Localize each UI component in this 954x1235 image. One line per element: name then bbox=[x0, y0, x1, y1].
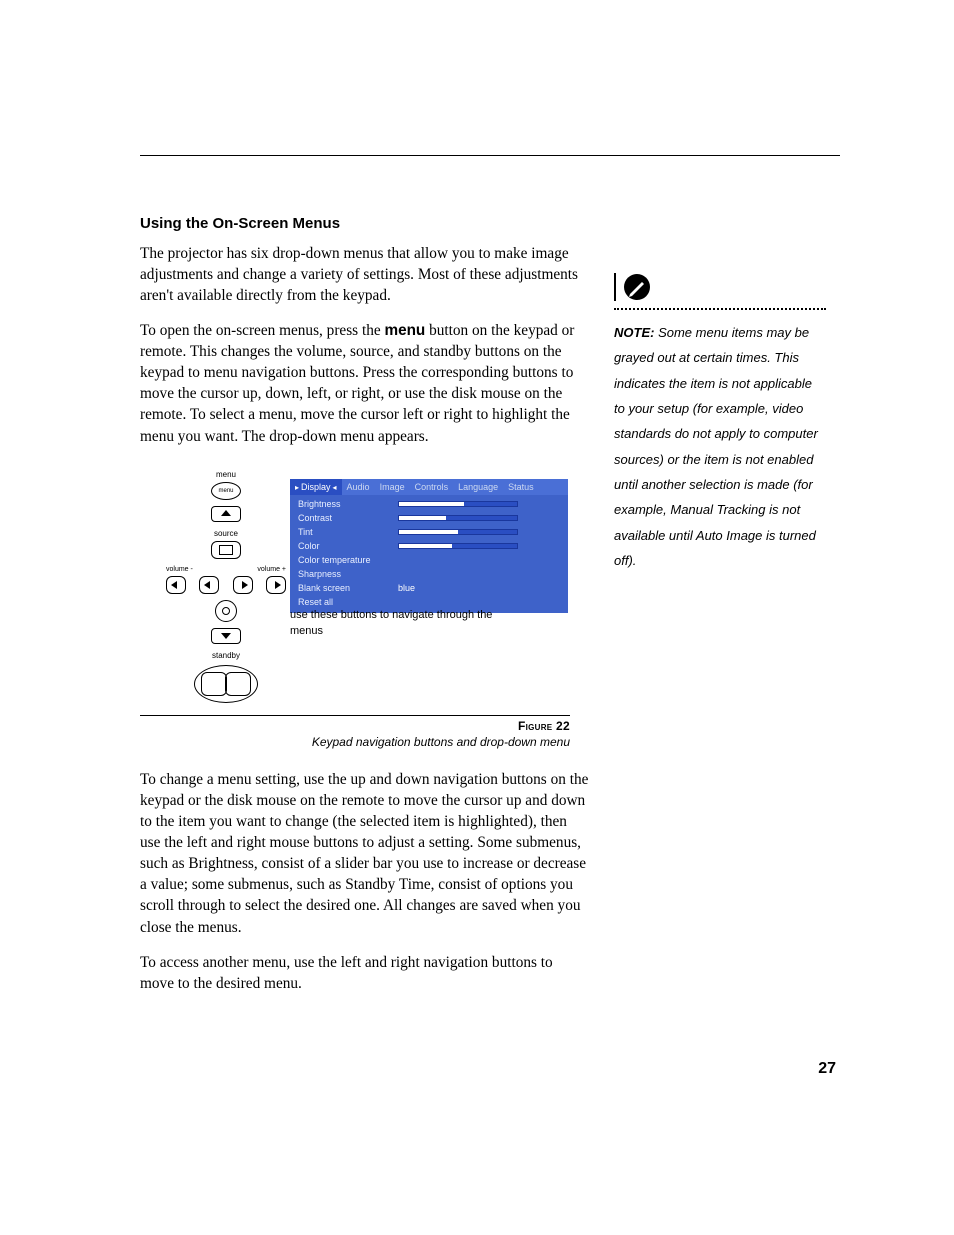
figure-rule bbox=[140, 715, 570, 716]
page-number: 27 bbox=[818, 1060, 836, 1078]
note-icon bbox=[614, 272, 826, 302]
osd-tab-display: Display bbox=[290, 479, 342, 495]
osd-tab-status: Status bbox=[503, 479, 539, 495]
mouse-buttons-icon bbox=[194, 665, 258, 703]
osd-row-color: Color bbox=[290, 539, 568, 553]
label-vol-minus: volume - bbox=[166, 565, 193, 575]
osd-row-colortemp: Color temperature bbox=[290, 553, 568, 567]
osd-row-tint: Tint bbox=[290, 525, 568, 539]
label-source: source bbox=[166, 528, 286, 539]
figure-22: menu menu source volume - volume + bbox=[140, 469, 570, 709]
keypad-illustration: menu menu source volume - volume + bbox=[166, 469, 286, 704]
slider-icon bbox=[398, 529, 518, 535]
menu-keyword: menu bbox=[384, 322, 425, 339]
slider-icon bbox=[398, 543, 518, 549]
osd-tab-audio: Audio bbox=[342, 479, 375, 495]
note-label: NOTE: bbox=[614, 325, 654, 340]
slider-icon bbox=[398, 515, 518, 521]
down-button-icon bbox=[211, 628, 241, 644]
right-button-icon bbox=[266, 576, 286, 594]
para2-a: To open the on-screen menus, press the bbox=[140, 322, 384, 339]
para2-b: button on the keypad or remote. This cha… bbox=[140, 322, 574, 445]
osd-tab-image: Image bbox=[375, 479, 410, 495]
osd-tab-bar: Display Audio Image Controls Language St… bbox=[290, 479, 568, 495]
osd-tab-controls: Controls bbox=[410, 479, 454, 495]
top-rule bbox=[140, 155, 840, 156]
figure-label: Figure 22 bbox=[140, 718, 570, 735]
note-bar-icon bbox=[614, 273, 616, 301]
menu-button-icon: menu bbox=[211, 482, 241, 500]
figure-nav-note: use these buttons to navigate through th… bbox=[290, 607, 510, 640]
osd-tab-language: Language bbox=[453, 479, 503, 495]
up-button-icon bbox=[211, 506, 241, 522]
main-column: Using the On-Screen Menus The projector … bbox=[140, 214, 590, 1008]
center-button-icon bbox=[215, 600, 237, 622]
side-column: NOTE: Some menu items may be grayed out … bbox=[614, 272, 826, 573]
vol-minus-button-icon bbox=[199, 576, 219, 594]
osd-row-blank: Blank screen blue bbox=[290, 581, 568, 595]
osd-menu: Display Audio Image Controls Language St… bbox=[290, 479, 568, 613]
osd-row-sharpness: Sharpness bbox=[290, 567, 568, 581]
paragraph-1: The projector has six drop-down menus th… bbox=[140, 243, 590, 306]
vol-plus-button-icon bbox=[233, 576, 253, 594]
section-heading: Using the On-Screen Menus bbox=[140, 214, 590, 235]
source-button-icon bbox=[211, 541, 241, 559]
figure-caption: Keypad navigation buttons and drop-down … bbox=[140, 734, 570, 751]
slider-icon bbox=[398, 501, 518, 507]
osd-body: Brightness Contrast Tint Color bbox=[290, 495, 568, 613]
pencil-circle-icon bbox=[622, 272, 652, 302]
paragraph-2: To open the on-screen menus, press the m… bbox=[140, 320, 590, 447]
osd-row-contrast: Contrast bbox=[290, 511, 568, 525]
paragraph-3: To change a menu setting, use the up and… bbox=[140, 769, 590, 938]
note-text: NOTE: Some menu items may be grayed out … bbox=[614, 320, 826, 573]
note-body: Some menu items may be grayed out at cer… bbox=[614, 325, 818, 568]
left-button-icon bbox=[166, 576, 186, 594]
osd-row-brightness: Brightness bbox=[290, 497, 568, 511]
paragraph-4: To access another menu, use the left and… bbox=[140, 952, 590, 994]
label-menu: menu bbox=[166, 469, 286, 480]
label-standby: standby bbox=[166, 650, 286, 661]
dotted-rule bbox=[614, 308, 826, 310]
label-vol-plus: volume + bbox=[257, 565, 286, 575]
